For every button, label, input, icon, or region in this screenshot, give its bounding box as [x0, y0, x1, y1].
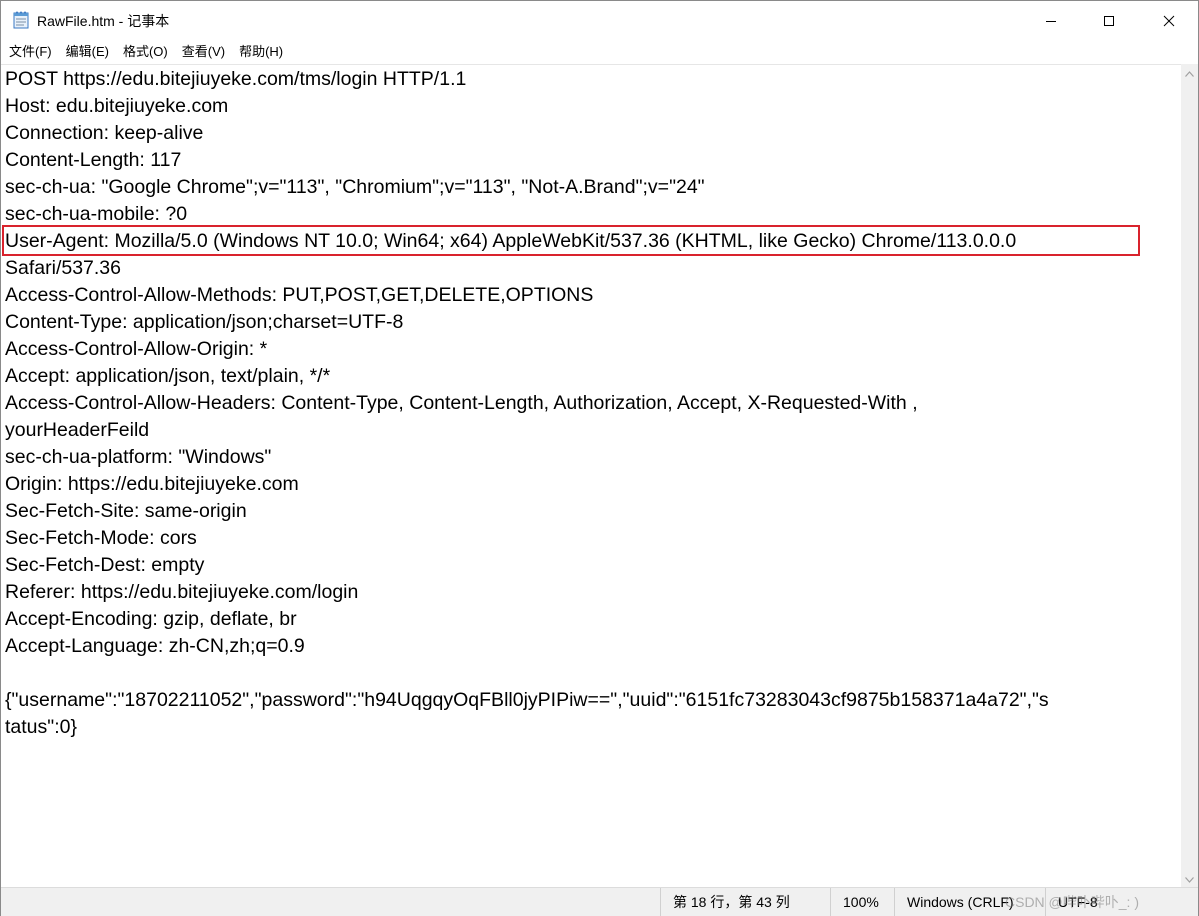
vertical-scrollbar[interactable]: [1181, 64, 1198, 887]
editor-line: Referer: https://edu.bitejiuyeke.com/log…: [5, 581, 359, 603]
editor-line: Host: edu.bitejiuyeke.com: [5, 95, 229, 117]
minimize-icon: [1045, 15, 1057, 27]
window-title: RawFile.htm - 记事本: [37, 13, 170, 29]
editor-line: tatus":0}: [5, 716, 77, 738]
maximize-icon: [1103, 15, 1115, 27]
editor-line: Content-Length: 117: [5, 149, 182, 171]
editor-line: sec-ch-ua-platform: "Windows": [5, 446, 272, 468]
editor-line: Accept-Language: zh-CN,zh;q=0.9: [5, 635, 305, 657]
close-icon: [1163, 15, 1175, 27]
editor-line: POST https://edu.bitejiuyeke.com/tms/log…: [5, 68, 467, 90]
text-editor[interactable]: POST https://edu.bitejiuyeke.com/tms/log…: [1, 64, 1181, 888]
editor-line: yourHeaderFeild: [5, 419, 150, 441]
chevron-down-icon: [1185, 870, 1194, 888]
menu-view[interactable]: 查看(V): [175, 41, 232, 63]
zoom-level: 100%: [830, 888, 893, 916]
maximize-button[interactable]: [1080, 1, 1138, 41]
menu-format[interactable]: 格式(O): [116, 41, 175, 63]
editor-line: Accept-Encoding: gzip, deflate, br: [5, 608, 297, 630]
editor-line: Content-Type: application/json;charset=U…: [5, 311, 404, 333]
editor-line: Origin: https://edu.bitejiuyeke.com: [5, 473, 299, 495]
close-button[interactable]: [1140, 1, 1198, 41]
editor-line: sec-ch-ua-mobile: ?0: [5, 203, 188, 225]
editor-line: Access-Control-Allow-Origin: *: [5, 338, 268, 360]
editor-line: Sec-Fetch-Site: same-origin: [5, 500, 247, 522]
editor-line: Connection: keep-alive: [5, 122, 204, 144]
notepad-window: RawFile.htm - 记事本 文件(F) 编辑(E) 格式(O) 查看(V…: [0, 0, 1199, 916]
scroll-up-button[interactable]: [1181, 64, 1198, 81]
editor-line: Accept: application/json, text/plain, */…: [5, 365, 331, 387]
menu-bar: 文件(F) 编辑(E) 格式(O) 查看(V) 帮助(H): [1, 41, 1198, 63]
chevron-up-icon: [1185, 64, 1194, 82]
user-agent-highlight-box: [2, 225, 1140, 256]
editor-line: Safari/537.36: [5, 257, 122, 279]
watermark: CSDN @哔卟哔卟_: ): [1005, 894, 1139, 910]
title-bar[interactable]: RawFile.htm - 记事本: [1, 1, 1198, 41]
editor-line: {"username":"18702211052","password":"h9…: [5, 689, 1049, 711]
menu-help[interactable]: 帮助(H): [232, 41, 290, 63]
editor-line: Sec-Fetch-Dest: empty: [5, 554, 205, 576]
scroll-down-button[interactable]: [1181, 870, 1198, 887]
editor-line: sec-ch-ua: "Google Chrome";v="113", "Chr…: [5, 176, 705, 198]
cursor-position: 第 18 行，第 43 列: [660, 888, 829, 916]
menu-file[interactable]: 文件(F): [1, 41, 59, 63]
notepad-icon: [13, 11, 29, 29]
editor-line: Access-Control-Allow-Methods: PUT,POST,G…: [5, 284, 594, 306]
editor-line: Sec-Fetch-Mode: cors: [5, 527, 197, 549]
minimize-button[interactable]: [1022, 1, 1080, 41]
menu-edit[interactable]: 编辑(E): [59, 41, 116, 63]
editor-line: Access-Control-Allow-Headers: Content-Ty…: [5, 392, 918, 414]
status-bar: 第 18 行，第 43 列 100% Windows (CRLF) UTF-8 …: [1, 887, 1198, 916]
